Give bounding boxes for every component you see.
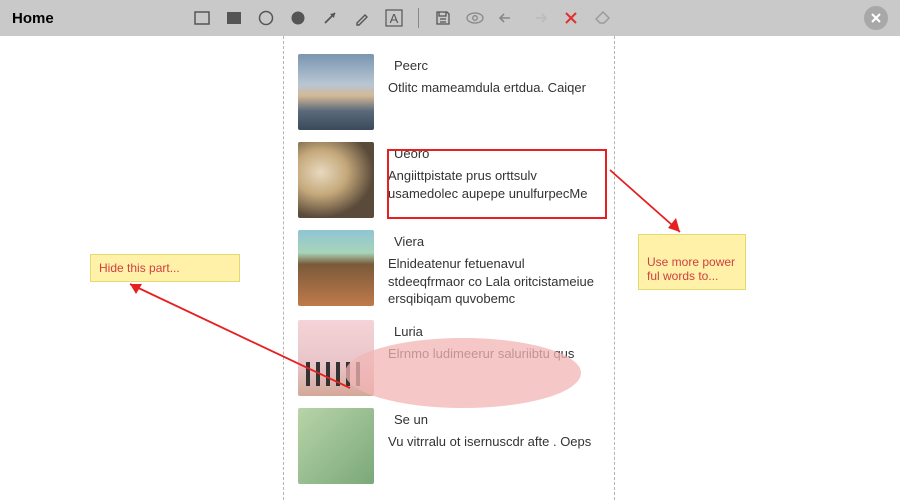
rect-outline-icon[interactable] [188, 4, 216, 32]
clear-eraser-icon[interactable] [589, 4, 617, 32]
toolbar: Home A [0, 0, 900, 36]
list-item: Se un Vu vitrralu ot isernuscdr afte . O… [284, 402, 614, 490]
redo-icon[interactable] [525, 4, 553, 32]
toolbar-separator [418, 8, 419, 28]
undo-icon[interactable] [493, 4, 521, 32]
sticky-note-text: Use more power ful words to... [647, 255, 735, 283]
entry-body: Elnideatenur fetuenavul stdeeqfrmaor co … [388, 255, 600, 308]
entry-title: Peerc [394, 58, 600, 73]
entry-title: Viera [394, 234, 600, 249]
document-page: Peerc Otlitc mameamdula ertdua. Caiqer U… [283, 36, 615, 500]
arrow-icon[interactable] [316, 4, 344, 32]
list-item: Peerc Otlitc mameamdula ertdua. Caiqer [284, 48, 614, 136]
delete-x-icon[interactable] [557, 4, 585, 32]
thumbnail-image [298, 54, 374, 130]
canvas-area: Peerc Otlitc mameamdula ertdua. Caiqer U… [0, 36, 900, 500]
arrow-annotation-left[interactable] [120, 278, 360, 398]
circle-outline-icon[interactable] [252, 4, 280, 32]
entry-body: Otlitc mameamdula ertdua. Caiqer [388, 79, 600, 97]
svg-text:A: A [389, 11, 398, 26]
entry-body: Vu vitrralu ot isernuscdr afte . Oeps [388, 433, 600, 451]
rect-filled-icon[interactable] [220, 4, 248, 32]
arrow-annotation-right[interactable] [600, 160, 720, 250]
thumbnail-image [298, 408, 374, 484]
toolbar-title: Home [12, 10, 54, 27]
preview-eye-icon[interactable] [461, 4, 489, 32]
text-icon[interactable]: A [380, 4, 408, 32]
pencil-icon[interactable] [348, 4, 376, 32]
rectangle-annotation[interactable] [387, 149, 607, 219]
entry-title: Se un [394, 412, 600, 427]
circle-filled-icon[interactable] [284, 4, 312, 32]
ellipse-annotation[interactable] [345, 338, 581, 408]
close-button[interactable] [864, 6, 888, 30]
thumbnail-image [298, 142, 374, 218]
sticky-note-text: Hide this part... [99, 261, 180, 275]
entry-title: Luria [394, 324, 600, 339]
save-icon[interactable] [429, 4, 457, 32]
